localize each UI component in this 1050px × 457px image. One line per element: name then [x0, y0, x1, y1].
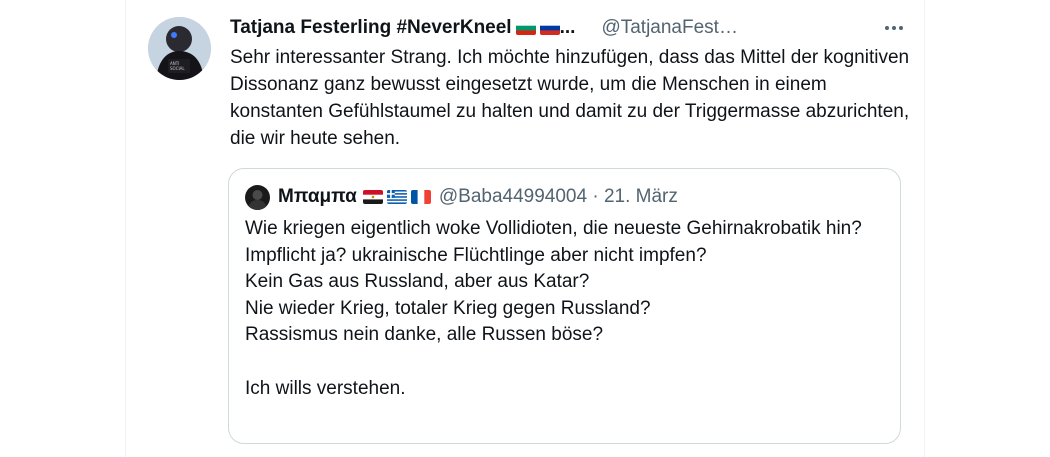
tweet-card[interactable]: ANTI SOCIAL Tatjana Festerling #NeverKne…: [125, 0, 925, 457]
quoted-handle-and-date: @Baba44994004 · 21. März: [438, 186, 678, 207]
flag-egypt-icon: [362, 190, 383, 204]
flag-russia-icon: [539, 21, 560, 35]
author-handle[interactable]: @TatjanaFest…: [601, 17, 738, 39]
flag-greece-icon: [386, 190, 407, 204]
name-truncation: ...: [559, 17, 576, 38]
author-display-name[interactable]: Tatjana Festerling #NeverKneel: [230, 17, 512, 39]
quoted-tweet-header: Μπαμπα @Baba44994004 · 21. März: [245, 184, 678, 210]
quoted-tweet[interactable]: Μπαμπα @Baba44994004 · 21. März Wie krie…: [228, 168, 901, 444]
more-horizontal-icon[interactable]: [882, 18, 906, 38]
quoted-author-name: Μπαμπα: [278, 186, 357, 207]
flag-france-icon: [410, 190, 431, 204]
quoted-tweet-text: Wie kriegen eigentlich woke Vollidioten,…: [245, 218, 862, 399]
tweet-text: Sehr interessanter Strang. Ich möchte hi…: [230, 47, 910, 149]
flag-bulgaria-icon: [515, 21, 536, 35]
quoted-author-avatar: [245, 184, 270, 210]
author-avatar[interactable]: ANTI SOCIAL: [148, 17, 211, 80]
svg-text:SOCIAL: SOCIAL: [170, 66, 185, 71]
tweet-header: Tatjana Festerling #NeverKneel ... @Tatj…: [230, 14, 906, 42]
